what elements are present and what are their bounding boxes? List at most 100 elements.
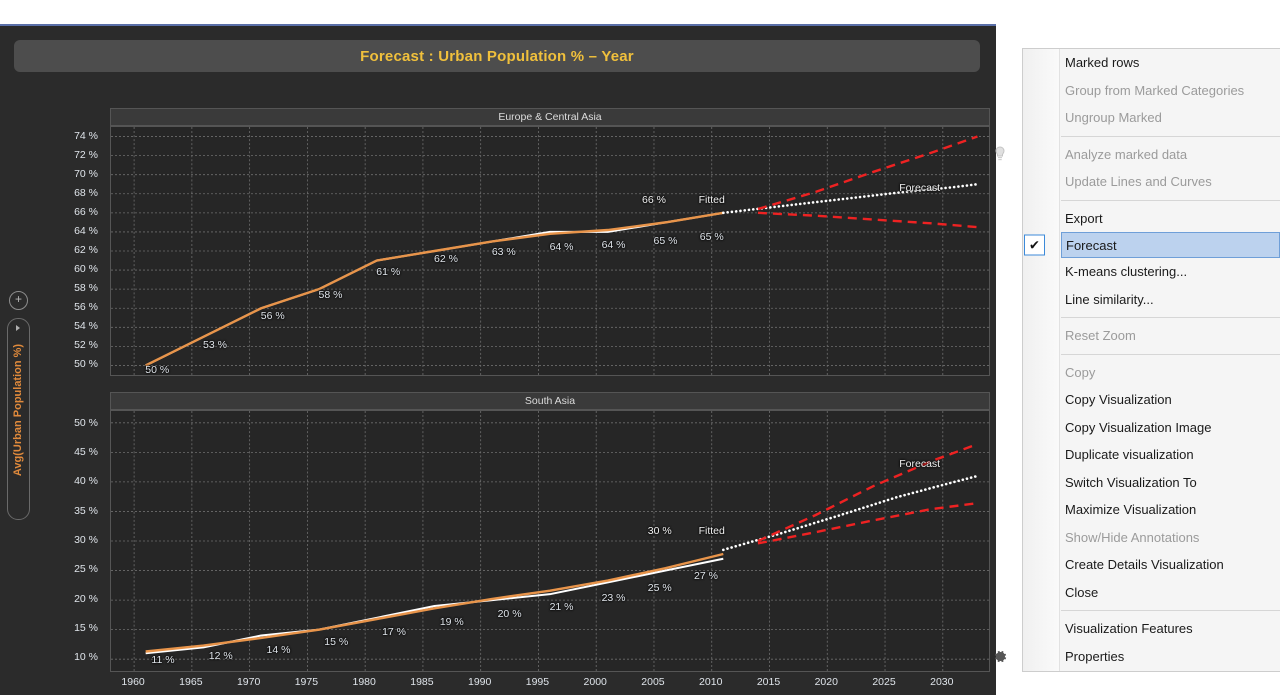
menu-item-label: Export [1065,210,1103,226]
context-menu[interactable]: Marked rows Group from Marked Categories U… [994,48,1280,672]
menu-item-label: Duplicate visualization [1065,447,1194,463]
x-axis-tick: 2010 [699,676,723,688]
y-axis-tick: 58 % [74,281,98,294]
data-label: 19 % [439,615,464,628]
x-axis-tick: 1975 [294,676,319,688]
menu-item-switch-visualization-to[interactable]: Switch Visualization To [1023,469,1280,497]
annotation-fitted: Fitted [698,525,725,538]
y-axis-tick: 25 % [74,563,98,576]
visualization-title-bar[interactable]: Forecast : Urban Population % – Year [14,40,980,72]
y-axis-tick: 10 % [74,651,98,664]
y-axis-tick: 54 % [74,319,98,332]
menu-item-update-lines-and-curves: Update Lines and Curves [1023,168,1280,196]
y-axis-selector[interactable]: Avg(Urban Population %) [7,318,30,520]
menu-item-reset-zoom: Reset Zoom [1023,322,1280,350]
y-axis-tick: 56 % [74,300,98,313]
menu-item-duplicate-visualization[interactable]: Duplicate visualization [1023,441,1280,469]
menu-item-close[interactable]: Close [1023,579,1280,607]
menu-item-properties[interactable]: Properties [994,643,1280,671]
x-axis-tick: 1970 [236,676,261,688]
y-axis-tick: 35 % [74,504,98,517]
data-label: 61 % [376,265,401,278]
x-axis-tick: 2030 [930,676,954,688]
data-label: 65 % [653,234,678,247]
menu-item-label: Marked rows [1065,55,1140,71]
annotation-: 66 % [642,193,666,206]
data-label: 56 % [260,310,285,323]
y-axis-tick: 60 % [74,262,98,275]
menu-separator [1061,199,1280,201]
data-label: 17 % [382,626,406,639]
menu-item-label: Update Lines and Curves [1065,174,1212,190]
menu-item-ungroup-marked: Ungroup Marked [1023,104,1280,132]
x-axis-tick: 1995 [525,676,550,688]
y-axis-tick: 62 % [74,244,98,256]
y-axis-tick: 40 % [74,475,98,488]
x-axis-tick: 2020 [814,676,838,688]
trellis-header-south-asia: South Asia [110,392,990,410]
menu-item-label: Create Details Visualization [1065,557,1224,573]
menu-separator [1061,317,1280,318]
x-axis-tick: 2015 [756,676,781,688]
series-forecast-lower [757,501,978,545]
data-label: 12 % [208,649,233,662]
menu-item-create-details-visualization[interactable]: Create Details Visualization [1023,551,1280,579]
menu-item-analyze-marked-data: Analyze marked data [995,141,1280,169]
menu-item-copy-visualization-image[interactable]: Copy Visualization Image [1023,414,1280,442]
y-axis-tick: 50 % [74,416,98,429]
annotation-forecast: Forecast [899,181,941,194]
menu-item-maximize-visualization[interactable]: Maximize Visualization [1023,496,1280,524]
x-axis-tick: 1960 [121,676,145,688]
series-fitted [145,552,724,653]
menu-item-label: Copy Visualization Image [1065,419,1212,435]
menu-item-label: Line similarity... [1065,291,1154,307]
menu-separator [1061,353,1280,355]
x-axis-tick: 1965 [179,676,203,688]
menu-item-label: Analyze marked data [1065,146,1188,162]
y-axis-tick: 66 % [74,206,98,219]
x-axis-tick: 2000 [583,676,607,688]
menu-item-forecast[interactable]: ✔ Forecast [1024,232,1280,258]
y-axis-tick: 72 % [74,149,98,162]
x-axis-tick: 1990 [467,676,492,688]
menu-item-label: Copy Visualization [1065,392,1172,408]
y-axis-label: Avg(Urban Population %) [12,343,24,477]
menu-item-label: Maximize Visualization [1065,502,1197,518]
gear-icon [990,646,1010,666]
y-axis-tick: 64 % [74,225,98,238]
series-actual [145,557,724,655]
data-label: 50 % [145,364,170,376]
x-axis-ticks: 1960 1965 1970 1975 1980 1985 1990 1995 2000 2005… [110,674,990,694]
lightbulb-icon [995,146,1005,161]
y-axis-tick: 45 % [74,446,98,459]
data-label: 21 % [549,600,574,613]
data-label: 11 % [151,653,175,666]
data-label: 65 % [699,230,724,243]
menu-item-copy-visualization[interactable]: Copy Visualization [1023,386,1280,414]
y-axis-tick: 70 % [74,168,98,181]
menu-item-label: K-means clustering... [1065,264,1188,280]
plus-icon[interactable]: + [9,291,28,310]
y-axis-tick: 50 % [74,357,98,370]
y-axis-rail: + Avg(Urban Population %) [0,86,34,686]
trellis-header-europe: Europe & Central Asia [110,108,990,126]
chart-europe-central-asia[interactable]: 50 % 53 % 56 % 58 % 61 % 62 % 63 % 64 % 64 % 65 %… [110,126,990,376]
menu-item-label: Copy [1065,364,1096,380]
data-label: 64 % [549,241,574,254]
lightbulb-icon [990,144,1010,164]
data-label: 62 % [434,253,458,266]
menu-item-label: Close [1065,584,1099,600]
data-label: 25 % [647,582,672,595]
menu-item-line-similarity[interactable]: Line similarity... [1023,286,1280,314]
menu-item-visualization-features[interactable]: Visualization Features [1023,615,1280,643]
data-label: 58 % [318,289,343,302]
menu-item-show-hide-annotations: Show/Hide Annotations [1023,524,1280,552]
menu-item-marked-rows[interactable]: Marked rows [1023,49,1280,77]
x-axis-tick: 2005 [641,676,665,688]
chart-south-asia[interactable]: 11 % 12 % 14 % 15 % 17 % 19 % 20 % 21 % 23 % 25 %… [110,410,990,672]
y-axis-tick: 68 % [74,187,98,200]
series-forecast-upper [757,135,978,211]
checkmark-icon: ✔ [1024,234,1045,256]
menu-item-k-means-clustering[interactable]: K-means clustering... [1023,258,1280,286]
menu-item-export[interactable]: Export [1023,205,1280,233]
